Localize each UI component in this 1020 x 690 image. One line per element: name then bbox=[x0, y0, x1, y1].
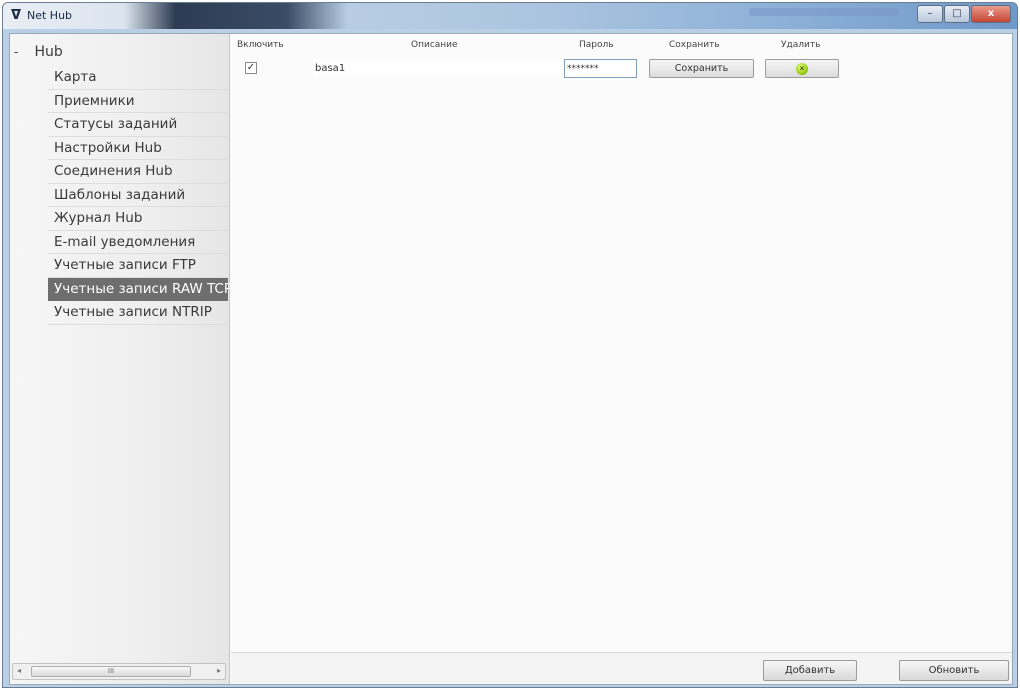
description-input[interactable] bbox=[313, 59, 563, 77]
net-hub-icon: ᐁ bbox=[11, 8, 22, 23]
header-delete: Удалить bbox=[781, 40, 821, 50]
enable-checkbox[interactable]: ✓ bbox=[245, 62, 257, 74]
title-bar[interactable]: ᐁ Net Hub – □ x bbox=[3, 3, 1017, 29]
sidebar-item-task-templates[interactable]: Шаблоны заданий bbox=[48, 184, 228, 207]
close-button[interactable]: x bbox=[971, 5, 1011, 23]
password-input[interactable] bbox=[564, 59, 637, 78]
main-panel: Включить Описание Пароль Сохранить Удали… bbox=[231, 34, 1012, 684]
refresh-button[interactable]: Обновить bbox=[899, 660, 1009, 681]
sidebar-item-ftp-accounts[interactable]: Учетные записи FTP bbox=[48, 254, 228, 278]
sidebar-item-hub-connections[interactable]: Соединения Hub bbox=[48, 160, 228, 184]
footer-bar: Добавить Обновить bbox=[231, 652, 1012, 684]
scroll-right-icon[interactable]: ▸ bbox=[217, 666, 221, 675]
header-save: Сохранить bbox=[669, 40, 720, 50]
save-row-button[interactable]: Сохранить bbox=[649, 59, 754, 78]
sidebar-item-email-notifications[interactable]: E-mail уведомления bbox=[48, 231, 228, 254]
sidebar-item-task-statuses[interactable]: Статусы заданий bbox=[48, 113, 228, 137]
sidebar-item-map[interactable]: Карта bbox=[48, 66, 228, 90]
maximize-button[interactable]: □ bbox=[944, 5, 970, 23]
add-button[interactable]: Добавить bbox=[763, 660, 857, 681]
collapse-toggle-icon[interactable]: - bbox=[14, 45, 30, 59]
scroll-left-icon[interactable]: ◂ bbox=[17, 666, 21, 675]
delete-row-button[interactable]: × bbox=[765, 59, 839, 78]
sidebar-item-hub-log[interactable]: Журнал Hub bbox=[48, 207, 228, 231]
header-password: Пароль bbox=[579, 40, 614, 50]
minimize-button[interactable]: – bbox=[917, 5, 943, 23]
sidebar-item-raw-tcp-accounts[interactable]: Учетные записи RAW TCP bbox=[48, 277, 232, 301]
sidebar-item-hub-settings[interactable]: Настройки Hub bbox=[48, 137, 228, 160]
app-window: ᐁ Net Hub – □ x - Hub Карта Приемники Ст… bbox=[2, 2, 1018, 688]
grid-header: Включить Описание Пароль Сохранить Удали… bbox=[231, 40, 1012, 54]
sidebar-tree: - Hub Карта Приемники Статусы заданий На… bbox=[10, 34, 232, 684]
tree-root-label: Hub bbox=[34, 44, 63, 60]
header-enable: Включить bbox=[237, 40, 284, 50]
tree-items: Карта Приемники Статусы заданий Настройк… bbox=[48, 66, 232, 325]
table-row: ✓ Сохранить × bbox=[231, 57, 1012, 79]
header-description: Описание bbox=[411, 40, 458, 50]
scrollbar-thumb[interactable]: III bbox=[31, 666, 191, 677]
delete-icon: × bbox=[796, 63, 808, 75]
window-title: Net Hub bbox=[27, 9, 73, 22]
blurred-title-text bbox=[749, 8, 899, 16]
client-area: - Hub Карта Приемники Статусы заданий На… bbox=[9, 33, 1013, 685]
horizontal-scrollbar[interactable]: ◂ III ▸ bbox=[12, 663, 226, 680]
sidebar-item-ntrip-accounts[interactable]: Учетные записи NTRIP bbox=[48, 301, 228, 325]
sidebar-item-receivers[interactable]: Приемники bbox=[48, 90, 228, 113]
tree-root-hub[interactable]: - Hub bbox=[14, 44, 63, 60]
window-controls: – □ x bbox=[917, 5, 1011, 23]
